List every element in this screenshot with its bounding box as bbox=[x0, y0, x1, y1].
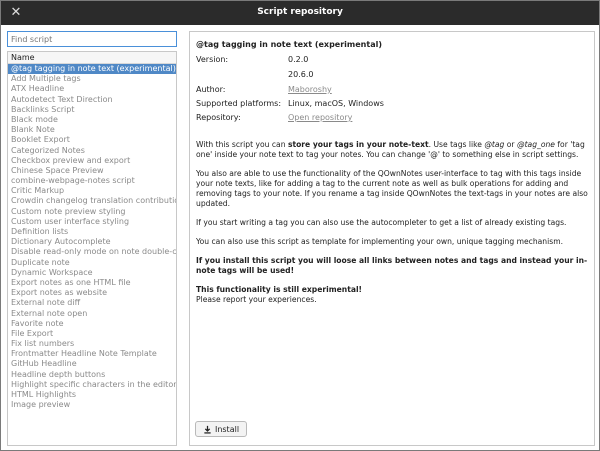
platforms-label: Supported platforms: bbox=[196, 99, 282, 108]
script-list-item[interactable]: Categorized Notes bbox=[8, 146, 176, 156]
script-list-item[interactable]: Export notes as one HTML file bbox=[8, 278, 176, 288]
min-version-value: 20.6.0 bbox=[288, 70, 314, 79]
open-repository-link[interactable]: Open repository bbox=[288, 112, 352, 123]
script-list-item[interactable]: Dynamic Workspace bbox=[8, 268, 176, 278]
script-list-item[interactable]: Critic Markup bbox=[8, 186, 176, 196]
script-list-item[interactable]: Dictionary Autocomplete bbox=[8, 237, 176, 247]
script-details-panel: @tag tagging in note text (experimental)… bbox=[189, 31, 595, 446]
script-list-item[interactable]: Definition lists bbox=[8, 227, 176, 237]
script-list-item[interactable]: Checkbox preview and export bbox=[8, 156, 176, 166]
title-bar: ✕ Script repository bbox=[1, 1, 599, 25]
script-list-item[interactable]: Add Multiple tags bbox=[8, 74, 176, 84]
script-list-item[interactable]: Frontmatter Headline Note Template bbox=[8, 349, 176, 359]
script-list-item[interactable]: Duplicate note bbox=[8, 258, 176, 268]
script-list-panel: Name @tag tagging in note text (experime… bbox=[7, 31, 177, 446]
script-list-item[interactable]: GitHub Headline bbox=[8, 359, 176, 369]
store-tags-emphasis: store your tags in your note-text bbox=[287, 140, 429, 149]
script-list-item[interactable]: Black mode bbox=[8, 115, 176, 125]
version-value: 0.2.0 bbox=[288, 55, 309, 64]
script-list-item[interactable]: External note open bbox=[8, 309, 176, 319]
script-list-item[interactable]: Backlinks Script bbox=[8, 105, 176, 115]
script-list-item[interactable]: HTML Highlights bbox=[8, 390, 176, 400]
script-list[interactable]: Name @tag tagging in note text (experime… bbox=[7, 51, 177, 446]
script-list-item[interactable]: File Export bbox=[8, 329, 176, 339]
script-list-item[interactable]: Favorite note bbox=[8, 319, 176, 329]
experimental-paragraph: This functionality is still experimental… bbox=[196, 285, 363, 304]
description-paragraph: You can also use this script as template… bbox=[196, 237, 564, 246]
script-title: @tag tagging in note text (experimental) bbox=[196, 40, 382, 49]
author-label: Author: bbox=[196, 85, 226, 94]
script-list-item[interactable]: Headline depth buttons bbox=[8, 370, 176, 380]
script-list-item[interactable]: Booklet Export bbox=[8, 135, 176, 145]
script-list-item[interactable]: Image preview bbox=[8, 400, 176, 410]
script-list-item[interactable]: Blank Note bbox=[8, 125, 176, 135]
install-label: Install bbox=[214, 424, 240, 434]
install-button[interactable]: Install bbox=[195, 421, 247, 437]
platforms-value: Linux, macOS, Windows bbox=[288, 99, 384, 108]
script-list-item[interactable]: Highlight specific characters in the edi… bbox=[8, 380, 176, 390]
script-repository-dialog: ✕ Script repository Name @tag tagging in… bbox=[0, 0, 600, 451]
download-icon bbox=[204, 425, 211, 434]
script-list-item[interactable]: Crowdin changelog translation contributi… bbox=[8, 196, 176, 206]
list-header-name[interactable]: Name bbox=[8, 52, 176, 64]
script-list-item[interactable]: Export notes as website bbox=[8, 288, 176, 298]
warning-paragraph: If you install this script you will loos… bbox=[196, 256, 588, 275]
description-paragraph: With this script you can store your tags… bbox=[196, 140, 585, 159]
repository-label: Repository: bbox=[196, 113, 241, 122]
script-list-item[interactable]: Disable read-only mode on note double-cl… bbox=[8, 247, 176, 257]
version-label: Version: bbox=[196, 55, 229, 64]
script-list-item[interactable]: Custom user interface styling bbox=[8, 217, 176, 227]
description-paragraph: You also are able to use the functionali… bbox=[196, 169, 588, 208]
window-title: Script repository bbox=[257, 7, 343, 17]
script-description: With this script you can store your tags… bbox=[196, 140, 590, 314]
script-list-item[interactable]: combine-webpage-notes script bbox=[8, 176, 176, 186]
list-items: @tag tagging in note text (experimental)… bbox=[8, 64, 176, 410]
script-list-item[interactable]: Chinese Space Preview bbox=[8, 166, 176, 176]
find-script-input[interactable] bbox=[7, 31, 177, 47]
script-list-item[interactable]: External note diff bbox=[8, 298, 176, 308]
script-list-item[interactable]: Autodetect Text Direction bbox=[8, 95, 176, 105]
script-list-item[interactable]: @tag tagging in note text (experimental) bbox=[8, 64, 176, 75]
description-paragraph: If you start writing a tag you can also … bbox=[196, 218, 567, 227]
script-list-item[interactable]: Custom note preview styling bbox=[8, 207, 176, 217]
author-link[interactable]: Maboroshy bbox=[288, 84, 332, 95]
script-list-item[interactable]: Fix list numbers bbox=[8, 339, 176, 349]
script-list-item[interactable]: ATX Headline bbox=[8, 84, 176, 94]
